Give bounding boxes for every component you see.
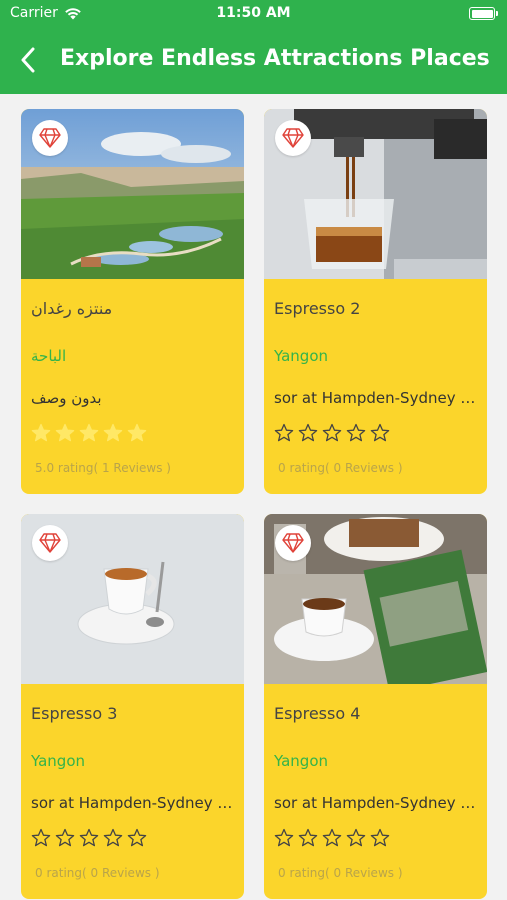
page-title: Explore Endless Attractions Places: [60, 46, 490, 71]
place-photo: [264, 109, 487, 279]
rating-text: 0 rating( 0 Reviews ): [278, 461, 403, 475]
star-rating: [31, 828, 147, 848]
diamond-icon: [39, 128, 61, 148]
rating-text: 5.0 rating( 1 Reviews ): [35, 461, 171, 475]
nav-bar: Explore Endless Attractions Places: [0, 28, 507, 94]
status-time: 11:50 AM: [216, 5, 291, 21]
rating-text: 0 rating( 0 Reviews ): [278, 866, 403, 880]
star-outline-icon: [322, 828, 342, 847]
star-outline-icon: [55, 828, 75, 847]
place-description: sor at Hampden-Sydney College in Virgini…: [274, 389, 479, 407]
places-grid: منتزه رغدان الباحة بدون وصف 5.0 rating( …: [0, 94, 507, 900]
place-city: Yangon: [274, 752, 329, 770]
place-city: Yangon: [31, 752, 86, 770]
star-rating: [274, 423, 390, 443]
star-rating: [274, 828, 390, 848]
place-photo: [264, 514, 487, 684]
star-outline-icon: [79, 828, 99, 847]
place-card[interactable]: Espresso 2 Yangon sor at Hampden-Sydney …: [264, 109, 487, 494]
diamond-icon: [282, 128, 304, 148]
diamond-badge: [275, 525, 311, 561]
battery-icon: [469, 7, 498, 20]
place-title: Espresso 3: [31, 704, 118, 723]
star-outline-icon: [127, 828, 147, 847]
diamond-badge: [32, 525, 68, 561]
place-title: منتزه رغدان: [31, 299, 113, 318]
place-card[interactable]: منتزه رغدان الباحة بدون وصف 5.0 rating( …: [21, 109, 244, 494]
place-description: sor at Hampden-Sydney College in Virgini…: [274, 794, 479, 812]
place-city: الباحة: [31, 347, 67, 365]
place-title: Espresso 2: [274, 299, 361, 318]
star-outline-icon: [370, 828, 390, 847]
star-outline-icon: [322, 423, 342, 442]
star-filled-icon: [31, 423, 51, 442]
star-outline-icon: [298, 423, 318, 442]
chevron-left-icon: [21, 47, 35, 73]
place-photo: [21, 514, 244, 684]
star-filled-icon: [103, 423, 123, 442]
star-outline-icon: [274, 423, 294, 442]
place-description: بدون وصف: [31, 389, 102, 407]
star-outline-icon: [346, 423, 366, 442]
star-outline-icon: [274, 828, 294, 847]
star-outline-icon: [346, 828, 366, 847]
back-button[interactable]: [10, 42, 46, 78]
diamond-icon: [282, 533, 304, 553]
star-outline-icon: [370, 423, 390, 442]
status-bar: Carrier 11:50 AM: [0, 0, 507, 28]
place-description: sor at Hampden-Sydney College in Virgini…: [31, 794, 236, 812]
star-outline-icon: [103, 828, 123, 847]
star-outline-icon: [31, 828, 51, 847]
diamond-badge: [275, 120, 311, 156]
place-card[interactable]: Espresso 3 Yangon sor at Hampden-Sydney …: [21, 514, 244, 899]
place-title: Espresso 4: [274, 704, 361, 723]
star-filled-icon: [55, 423, 75, 442]
place-city: Yangon: [274, 347, 329, 365]
star-rating: [31, 423, 147, 443]
place-card[interactable]: Espresso 4 Yangon sor at Hampden-Sydney …: [264, 514, 487, 899]
star-filled-icon: [79, 423, 99, 442]
star-filled-icon: [127, 423, 147, 442]
star-outline-icon: [298, 828, 318, 847]
diamond-icon: [39, 533, 61, 553]
diamond-badge: [32, 120, 68, 156]
place-photo: [21, 109, 244, 279]
rating-text: 0 rating( 0 Reviews ): [35, 866, 160, 880]
